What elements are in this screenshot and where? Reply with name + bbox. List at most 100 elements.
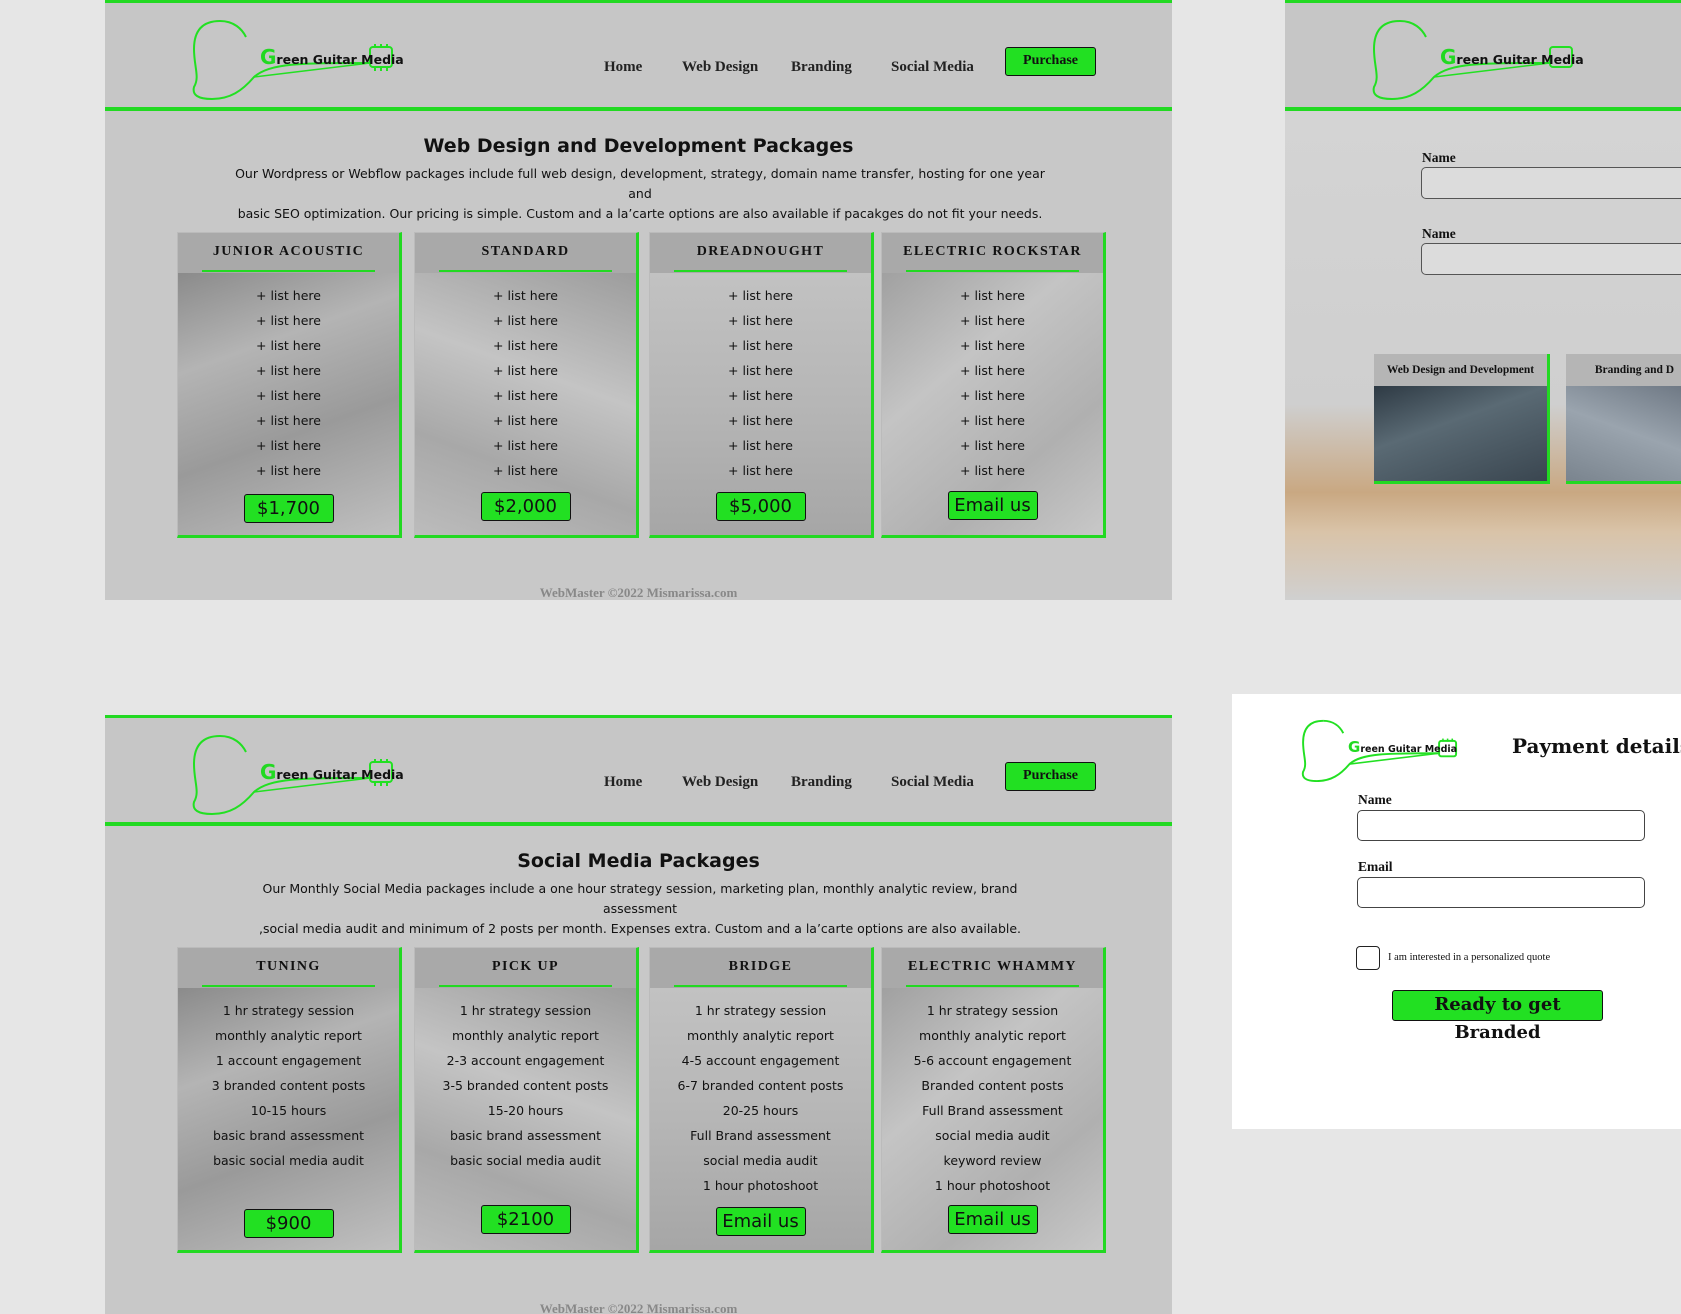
list-item: + list here xyxy=(960,288,1025,303)
list-item: + list here xyxy=(960,438,1025,453)
site-header: Green Guitar Media Home Web Design Brand… xyxy=(105,3,1172,111)
price-button[interactable]: $1,700 xyxy=(243,494,334,523)
list-item: 1 hr strategy session xyxy=(222,1003,355,1018)
list-item: + list here xyxy=(728,388,793,403)
list-item: + list here xyxy=(960,338,1025,353)
service-card-image xyxy=(1566,386,1681,481)
name-input-2[interactable] xyxy=(1421,243,1681,275)
quote-checkbox-label: I am interested in a personalized quote xyxy=(1388,952,1551,963)
list-item: 10-15 hours xyxy=(250,1103,327,1118)
card-title: ELECTRIC WHAMMY xyxy=(908,959,1077,974)
list-item: + list here xyxy=(256,463,321,478)
email-input[interactable] xyxy=(1357,877,1645,908)
email-label: Email xyxy=(1358,859,1393,874)
list-item: + list here xyxy=(960,463,1025,478)
footer-credit: WebMaster ©2022 Mismarissa.com xyxy=(539,1301,738,1314)
list-item: 20-25 hours xyxy=(722,1103,799,1118)
name-label: Name xyxy=(1358,792,1392,807)
list-item: + list here xyxy=(728,313,793,328)
list-item: Full Brand assessment xyxy=(690,1128,831,1143)
list-item: Full Brand assessment xyxy=(922,1103,1063,1118)
feature-list: 1 hr strategy session monthly analytic r… xyxy=(650,998,871,1198)
service-card-web-design[interactable]: Web Design and Development xyxy=(1374,354,1550,484)
footer-credit: WebMaster ©2022 Mismarissa.com xyxy=(539,585,738,600)
name-label: Name xyxy=(1422,150,1456,165)
card-divider xyxy=(906,270,1079,272)
page-title: Social Media Packages xyxy=(517,850,760,872)
feature-list: + list here + list here + list here + li… xyxy=(882,283,1103,483)
price-button[interactable]: $2,000 xyxy=(480,492,571,521)
nav-branding[interactable]: Branding xyxy=(791,774,852,791)
nav-home[interactable]: Home xyxy=(604,59,642,76)
list-item: + list here xyxy=(728,338,793,353)
list-item: + list here xyxy=(960,363,1025,378)
card-divider xyxy=(906,985,1079,987)
guitar-logo[interactable]: Green Guitar Media xyxy=(1370,15,1590,101)
package-card-tuning[interactable]: TUNING 1 hr strategy session monthly ana… xyxy=(177,947,402,1253)
list-item: + list here xyxy=(960,413,1025,428)
list-item: + list here xyxy=(493,413,558,428)
card-divider xyxy=(439,985,612,987)
purchase-button[interactable]: Purchase xyxy=(1005,762,1096,791)
logo-text: Green Guitar Media xyxy=(260,45,404,69)
package-card-electric-whammy[interactable]: ELECTRIC WHAMMY 1 hr strategy session mo… xyxy=(881,947,1106,1253)
web-design-frame: Green Guitar Media Home Web Design Brand… xyxy=(105,0,1172,600)
list-item: 1 hour photoshoot xyxy=(934,1178,1051,1193)
list-item: + list here xyxy=(493,388,558,403)
list-item: 3-5 branded content posts xyxy=(442,1078,609,1093)
price-button[interactable]: $900 xyxy=(243,1209,334,1238)
email-us-button[interactable]: Email us xyxy=(947,1205,1038,1234)
package-card-pick-up[interactable]: PICK UP 1 hr strategy session monthly an… xyxy=(414,947,639,1253)
name-input[interactable] xyxy=(1421,167,1681,199)
nav-branding[interactable]: Branding xyxy=(791,59,852,76)
nav-social-media[interactable]: Social Media xyxy=(891,59,974,76)
package-card-standard[interactable]: STANDARD + list here + list here + list … xyxy=(414,232,639,538)
list-item: + list here xyxy=(960,313,1025,328)
nav-web-design[interactable]: Web Design xyxy=(682,774,758,791)
card-divider xyxy=(674,270,847,272)
card-divider xyxy=(202,270,375,272)
list-item: + list here xyxy=(493,313,558,328)
card-divider xyxy=(202,985,375,987)
feature-list: 1 hr strategy session monthly analytic r… xyxy=(178,998,399,1173)
quote-checkbox[interactable] xyxy=(1356,946,1380,970)
list-item: social media audit xyxy=(935,1128,1050,1143)
nav-home[interactable]: Home xyxy=(604,774,642,791)
list-item: 6-7 branded content posts xyxy=(677,1078,844,1093)
list-item: 5-6 account engagement xyxy=(913,1053,1072,1068)
card-title: BRIDGE xyxy=(728,959,793,974)
site-header: Green Guitar Media Home Web Design Brand… xyxy=(105,718,1172,826)
page-description: Our Wordpress or Webflow packages includ… xyxy=(235,166,1045,221)
name-input[interactable] xyxy=(1357,810,1645,841)
list-item: 2-3 account engagement xyxy=(446,1053,605,1068)
list-item: + list here xyxy=(256,413,321,428)
email-us-button[interactable]: Email us xyxy=(715,1207,806,1236)
payment-title: Payment details xyxy=(1512,734,1681,758)
card-title: DREADNOUGHT xyxy=(696,244,825,259)
package-card-bridge[interactable]: BRIDGE 1 hr strategy session monthly ana… xyxy=(649,947,874,1253)
price-button[interactable]: $5,000 xyxy=(715,492,806,521)
card-title: TUNING xyxy=(256,959,321,974)
list-item: 1 hr strategy session xyxy=(459,1003,592,1018)
email-us-button[interactable]: Email us xyxy=(947,491,1038,520)
service-card-title: Web Design and Development xyxy=(1374,354,1547,386)
package-card-dreadnought[interactable]: DREADNOUGHT + list here + list here + li… xyxy=(649,232,874,538)
nav-web-design[interactable]: Web Design xyxy=(682,59,758,76)
guitar-logo[interactable]: Green Guitar Media xyxy=(190,15,410,101)
list-item: 1 hr strategy session xyxy=(694,1003,827,1018)
package-card-electric-rockstar[interactable]: ELECTRIC ROCKSTAR + list here + list her… xyxy=(881,232,1106,538)
nav-social-media[interactable]: Social Media xyxy=(891,774,974,791)
list-item: 1 account engagement xyxy=(215,1053,362,1068)
submit-button[interactable]: Ready to get Branded xyxy=(1392,990,1603,1043)
list-item: + list here xyxy=(493,438,558,453)
page-title: Web Design and Development Packages xyxy=(423,135,854,157)
price-button[interactable]: $2100 xyxy=(480,1205,571,1234)
service-card-title: Branding and D xyxy=(1566,354,1681,386)
purchase-button[interactable]: Purchase xyxy=(1005,47,1096,76)
logo-text: Green Guitar Media xyxy=(1440,45,1584,69)
service-card-branding[interactable]: Branding and D xyxy=(1566,354,1681,484)
list-item: + list here xyxy=(493,363,558,378)
guitar-logo[interactable]: Green Guitar Media xyxy=(1300,716,1470,783)
package-card-junior-acoustic[interactable]: JUNIOR ACOUSTIC + list here + list here … xyxy=(177,232,402,538)
guitar-logo[interactable]: Green Guitar Media xyxy=(190,730,410,816)
